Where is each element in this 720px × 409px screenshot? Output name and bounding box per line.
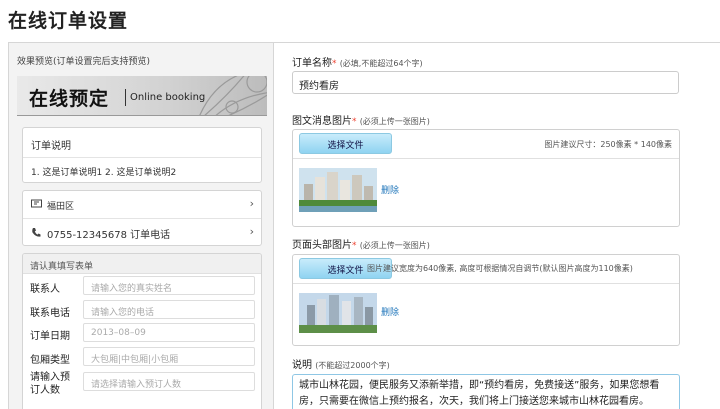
- order-description-text: 1. 这是订单说明1 2. 这是订单说明2: [31, 168, 177, 178]
- preview-form: 请认真填写表单 联系人 请输入您的真实姓名 联系电话 请输入您的电话 订单日期 …: [22, 253, 262, 409]
- preview-banner: 在线预定 Online booking: [17, 76, 267, 116]
- building-thumbnail: [299, 168, 377, 212]
- form-label: 联系人: [30, 284, 60, 295]
- header-image-label: 页面头部图片* (必须上传一张图片): [292, 240, 430, 251]
- form-header: 请认真填写表单: [23, 254, 261, 274]
- form-row-room: 包厢类型 大包厢|中包厢|小包厢: [23, 345, 261, 369]
- form-row-phone: 联系电话 请输入您的电话: [23, 298, 261, 322]
- chevron-right-icon: ›: [249, 197, 254, 210]
- order-description-title: 订单说明: [23, 128, 261, 158]
- building-thumbnail: [299, 293, 377, 333]
- form-label: 订单日期: [30, 331, 70, 342]
- chevron-right-icon: ›: [249, 225, 254, 238]
- msg-image-label: 图文消息图片* (必须上传一张图片): [292, 116, 430, 127]
- upload-toolbar: 选择文件 图片建议尺寸：250像素 * 140像素: [293, 130, 679, 159]
- contact-card: 福田区 › 0755-12345678 订单电话 ›: [22, 190, 262, 246]
- image-size-hint: 图片建议尺寸：250像素 * 140像素: [544, 140, 672, 149]
- choose-file-button[interactable]: 选择文件: [299, 133, 392, 154]
- form-label: 包厢类型: [30, 354, 70, 366]
- settings-panel: 订单名称* (必填,不能超过64个字) 预约看房 图文消息图片* (必须上传一张…: [275, 43, 720, 409]
- map-icon: [31, 199, 42, 208]
- phone-row[interactable]: 0755-12345678 订单电话 ›: [23, 218, 261, 245]
- image-size-hint: 图片建议宽度为640像素, 高度可根据情况自调节(默认图片高度为110像素): [367, 264, 633, 273]
- count-input[interactable]: 请选择请输入预订人数: [83, 372, 255, 391]
- order-name-label: 订单名称* (必填,不能超过64个字): [292, 58, 423, 69]
- date-input[interactable]: 2013–08–09: [83, 323, 255, 342]
- msg-image-upload: 选择文件 图片建议尺寸：250像素 * 140像素 删除: [292, 129, 680, 227]
- phone-icon: [32, 228, 41, 237]
- form-row-contact: 联系人 请输入您的真实姓名: [23, 274, 261, 298]
- delete-image-link[interactable]: 删除: [381, 183, 399, 196]
- header-image-upload: 选择文件 图片建议宽度为640像素, 高度可根据情况自调节(默认图片高度为110…: [292, 254, 680, 346]
- banner-subtitle: Online booking: [130, 92, 206, 103]
- location-row[interactable]: 福田区 ›: [23, 191, 261, 218]
- phone-text: 0755-12345678 订单电话: [47, 230, 171, 241]
- form-row-count: 请输入预订人数 请选择请输入预订人数: [23, 368, 261, 398]
- name-input[interactable]: 请输入您的真实姓名: [83, 276, 255, 295]
- phone-input[interactable]: 请输入您的电话: [83, 299, 255, 319]
- delete-image-link[interactable]: 删除: [381, 305, 399, 318]
- form-label: 请输入预订人数: [30, 372, 70, 396]
- description-textarea[interactable]: 城市山林花园，便民服务又添新举措，即“预约看房，免费接送”服务，如果您想看房，只…: [292, 374, 680, 409]
- banner-divider: [125, 89, 126, 106]
- preview-caption: 效果预览(订单设置完后支持预览): [17, 57, 151, 67]
- description-label: 说明 (不能超过2000个字): [292, 360, 390, 371]
- settings-frame: 效果预览(订单设置完后支持预览) 在线预定 Online booking 订单说…: [8, 42, 720, 409]
- form-label: 联系电话: [30, 307, 70, 319]
- page-title: 在线订单设置: [8, 10, 129, 32]
- preview-panel: 效果预览(订单设置完后支持预览) 在线预定 Online booking 订单说…: [9, 43, 274, 409]
- location-text: 福田区: [47, 202, 75, 212]
- order-description-card: 订单说明 1. 这是订单说明1 2. 这是订单说明2: [22, 127, 262, 183]
- room-type-select[interactable]: 大包厢|中包厢|小包厢: [83, 346, 255, 366]
- form-row-date: 订单日期 2013–08–09: [23, 321, 261, 345]
- banner-title: 在线预定: [29, 88, 110, 110]
- upload-toolbar: 选择文件 图片建议宽度为640像素, 高度可根据情况自调节(默认图片高度为110…: [293, 255, 679, 284]
- order-name-input[interactable]: 预约看房: [292, 71, 679, 94]
